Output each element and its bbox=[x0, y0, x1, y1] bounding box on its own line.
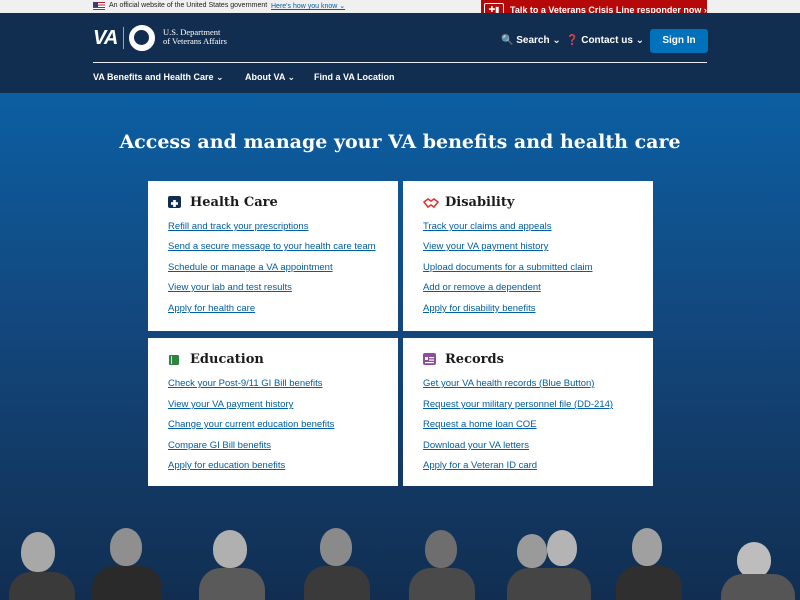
link-change-education-benefits[interactable]: Change your current education benefits bbox=[168, 419, 334, 430]
health-care-card: Health Care Refill and track your prescr… bbox=[148, 181, 398, 331]
link-payment-history[interactable]: View your VA payment history bbox=[423, 241, 548, 252]
nav-find-va-location[interactable]: Find a VA Location bbox=[314, 72, 395, 82]
veteran-portrait bbox=[5, 528, 80, 600]
link-health-records[interactable]: Get your VA health records (Blue Button) bbox=[423, 378, 594, 389]
link-gi-bill-benefits[interactable]: Check your Post-9/11 GI Bill benefits bbox=[168, 378, 323, 389]
link-apply-disability[interactable]: Apply for disability benefits bbox=[423, 303, 535, 314]
us-flag-icon bbox=[93, 2, 105, 10]
link-upload-documents[interactable]: Upload documents for a submitted claim bbox=[423, 262, 593, 273]
card-title-records: Records bbox=[445, 352, 504, 367]
veteran-portrait bbox=[300, 524, 375, 600]
link-compare-gi-bill[interactable]: Compare GI Bill benefits bbox=[168, 440, 271, 451]
veteran-portrait bbox=[195, 524, 270, 600]
education-card: Education Check your Post-9/11 GI Bill b… bbox=[148, 338, 398, 486]
link-home-loan-coe[interactable]: Request a home loan COE bbox=[423, 419, 537, 430]
contact-us-button[interactable]: ❓ Contact us ⌄ bbox=[566, 35, 644, 46]
veteran-portrait bbox=[405, 524, 480, 600]
veteran-portrait bbox=[612, 524, 687, 600]
link-apply-health-care[interactable]: Apply for health care bbox=[168, 303, 255, 314]
book-icon bbox=[168, 353, 181, 365]
handshake-icon bbox=[422, 196, 440, 209]
page-title: Access and manage your VA benefits and h… bbox=[119, 131, 681, 153]
search-button[interactable]: 🔍 Search ⌄ bbox=[501, 35, 561, 46]
link-education-payment-history[interactable]: View your VA payment history bbox=[168, 399, 293, 410]
card-title-disability: Disability bbox=[445, 195, 515, 210]
records-card: Records Get your VA health records (Blue… bbox=[403, 338, 653, 486]
link-track-claims[interactable]: Track your claims and appeals bbox=[423, 221, 551, 232]
veterans-portrait-strip bbox=[0, 520, 800, 600]
veteran-portrait bbox=[505, 526, 595, 600]
department-name[interactable]: U.S. Department of Veterans Affairs bbox=[163, 28, 227, 46]
official-site-text: An official website of the United States… bbox=[109, 2, 268, 9]
header-divider bbox=[93, 62, 707, 63]
va-logo[interactable]: VA bbox=[93, 27, 118, 50]
link-schedule-appointment[interactable]: Schedule or manage a VA appointment bbox=[168, 262, 333, 273]
link-add-remove-dependent[interactable]: Add or remove a dependent bbox=[423, 282, 541, 293]
link-apply-education[interactable]: Apply for education benefits bbox=[168, 460, 285, 471]
medical-kit-icon bbox=[168, 196, 181, 208]
link-military-personnel-file[interactable]: Request your military personnel file (DD… bbox=[423, 399, 613, 410]
link-lab-results[interactable]: View your lab and test results bbox=[168, 282, 292, 293]
card-title-education: Education bbox=[190, 352, 264, 367]
link-refill-prescriptions[interactable]: Refill and track your prescriptions bbox=[168, 221, 308, 232]
card-title-health-care: Health Care bbox=[190, 195, 278, 210]
sign-in-button[interactable]: Sign In bbox=[650, 29, 708, 53]
logo-divider bbox=[123, 27, 124, 49]
how-you-know-link[interactable]: Here's how you know ⌄ bbox=[271, 2, 345, 10]
veteran-portrait bbox=[90, 524, 165, 600]
nav-benefits-health-care[interactable]: VA Benefits and Health Care ⌄ bbox=[93, 72, 224, 83]
nav-about-va[interactable]: About VA ⌄ bbox=[245, 72, 295, 83]
disability-card: Disability Track your claims and appeals… bbox=[403, 181, 653, 331]
link-apply-veteran-id[interactable]: Apply for a Veteran ID card bbox=[423, 460, 537, 471]
id-card-icon bbox=[423, 353, 436, 365]
link-secure-message[interactable]: Send a secure message to your health car… bbox=[168, 241, 376, 252]
va-seal-icon bbox=[129, 25, 155, 51]
link-download-letters[interactable]: Download your VA letters bbox=[423, 440, 529, 451]
dept-name-line2: of Veterans Affairs bbox=[163, 36, 227, 46]
veteran-portrait bbox=[715, 540, 800, 600]
site-header: VA U.S. Department of Veterans Affairs 🔍… bbox=[0, 13, 800, 93]
